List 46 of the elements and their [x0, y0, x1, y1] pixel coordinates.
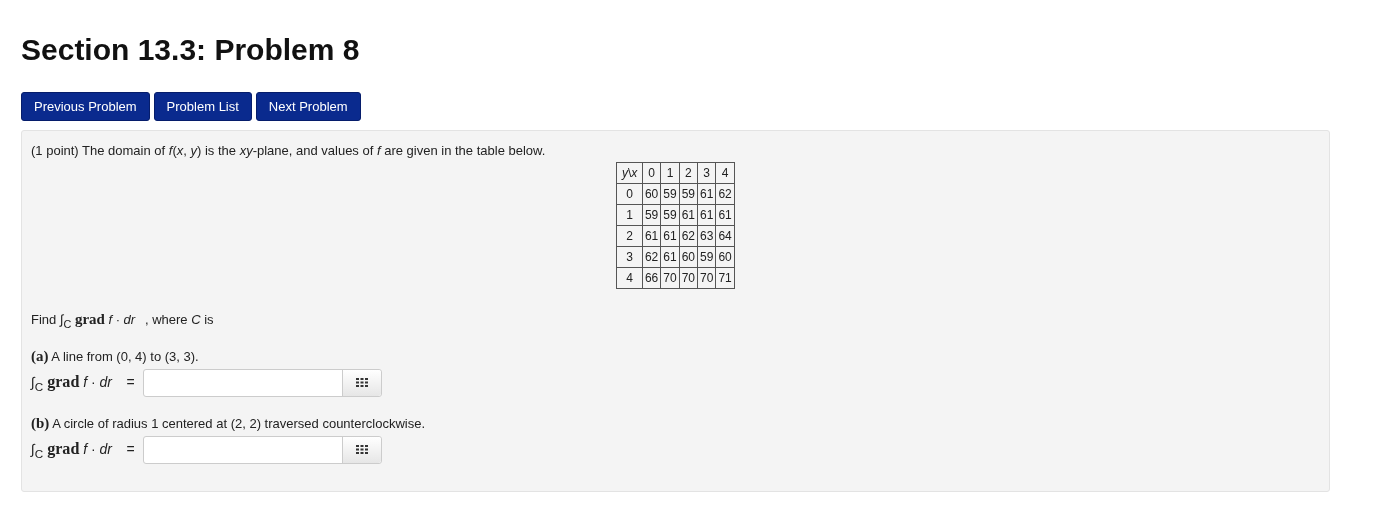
table-header-cell: 4 [715, 162, 735, 184]
table-header-cell: 1 [660, 162, 680, 184]
page-title: Section 13.3: Problem 8 [21, 32, 361, 68]
table-cell: 61 [697, 183, 716, 205]
table-header-cell: y\x [616, 162, 643, 184]
table-cell: 70 [679, 267, 698, 289]
nav-button[interactable]: Problem List [153, 92, 252, 121]
table-cell: 60 [642, 183, 661, 205]
question-text: Find ∫$_{C}$ grad f · dr⃗, where C is [31, 311, 215, 330]
nav-button[interactable]: Next Problem [255, 92, 361, 121]
answer-label: ∫$_{C}$ grad f · dr⃗ = [31, 439, 135, 460]
table-cell: 66 [642, 267, 661, 289]
row-label-cell: 3 [616, 246, 643, 268]
table-cell: 61 [697, 204, 716, 226]
row-label-cell: 1 [616, 204, 643, 226]
row-label-cell: 0 [616, 183, 643, 205]
part-text: (b) A circle of radius 1 centered at (2, 2) traversed counterclockwise. [31, 414, 426, 432]
problem-text: (1 point) The domain of f(x, y) is the xy-plane, and values of f are given in the table below. [31, 143, 547, 158]
table-cell: 59 [697, 246, 716, 268]
row-label-cell: 4 [616, 267, 643, 289]
table-cell: 70 [660, 267, 680, 289]
table-cell: 59 [660, 183, 680, 205]
table-cell: 59 [642, 204, 661, 226]
part-text: (a) A line from (0, 4) to (3, 3). [31, 347, 200, 365]
table-cell: 59 [679, 183, 698, 205]
table-cell: 61 [715, 204, 735, 226]
table-cell: 61 [642, 225, 661, 247]
table-header-cell: 3 [697, 162, 716, 184]
table-cell: 61 [660, 246, 680, 268]
table-cell: 62 [642, 246, 661, 268]
table-header-cell: 0 [642, 162, 661, 184]
table-cell: 62 [679, 225, 698, 247]
row-label-cell: 2 [616, 225, 643, 247]
answer-label: ∫$_{C}$ grad f · dr⃗ = [31, 372, 135, 393]
nav-button[interactable]: Previous Problem [21, 92, 150, 121]
table-cell: 61 [679, 204, 698, 226]
table-cell: 64 [715, 225, 735, 247]
table-cell: 63 [697, 225, 716, 247]
table-cell: 62 [715, 183, 735, 205]
table-cell: 71 [715, 267, 735, 289]
table-cell: 60 [715, 246, 735, 268]
table-cell: 60 [679, 246, 698, 268]
table-cell: 59 [660, 204, 680, 226]
table-cell: 70 [697, 267, 716, 289]
table-header-cell: 2 [679, 162, 698, 184]
table-cell: 61 [660, 225, 680, 247]
